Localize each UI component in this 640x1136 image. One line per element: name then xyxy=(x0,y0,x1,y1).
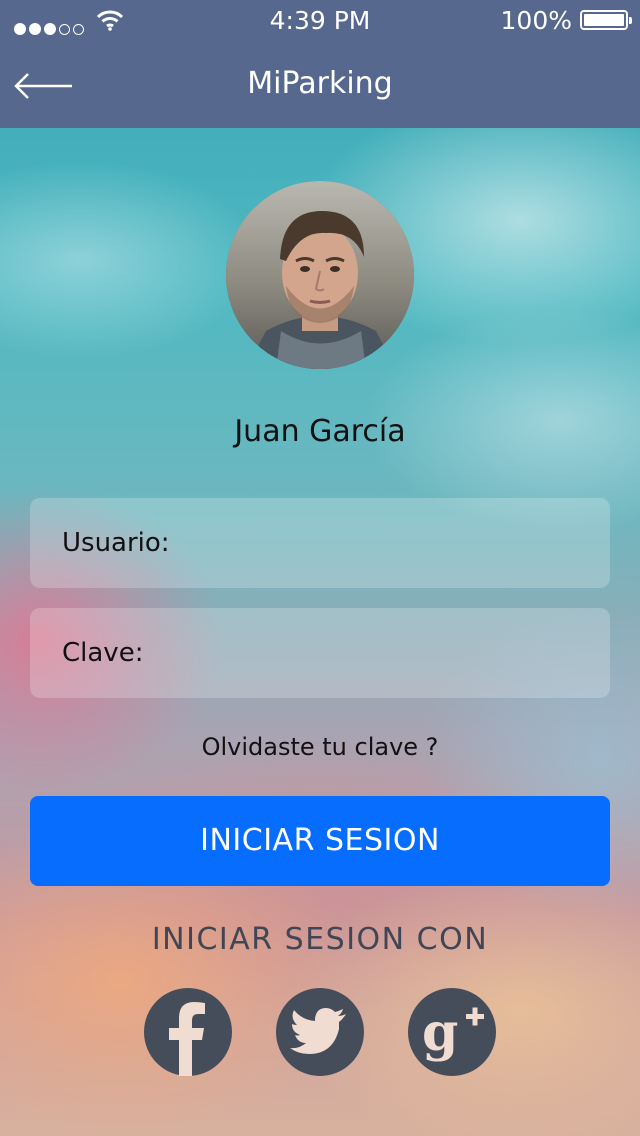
twitter-icon xyxy=(290,1008,346,1054)
google-plus-icon: g xyxy=(422,1002,484,1063)
battery-icon xyxy=(580,10,632,30)
status-bar: 4:39 PM 100% xyxy=(0,0,640,40)
navigation-bar: MiParking xyxy=(0,40,640,128)
battery-percentage: 100% xyxy=(500,6,572,35)
password-field[interactable]: Clave: xyxy=(30,608,610,698)
twitter-login-button[interactable] xyxy=(276,988,364,1076)
profile-photo xyxy=(226,181,414,369)
login-button[interactable]: INICIAR SESION xyxy=(30,796,610,886)
forgot-password-link[interactable]: Olvidaste tu clave ? xyxy=(0,733,640,761)
username-input[interactable] xyxy=(180,518,590,570)
password-input[interactable] xyxy=(150,628,590,680)
google-plus-login-button[interactable]: g xyxy=(408,988,496,1076)
battery-level xyxy=(584,14,624,26)
avatar xyxy=(226,181,414,369)
social-login-heading: INICIAR SESION CON xyxy=(151,922,489,957)
facebook-login-button[interactable] xyxy=(144,988,232,1076)
username-field[interactable]: Usuario: xyxy=(30,498,610,588)
password-label: Clave: xyxy=(62,638,144,668)
facebook-icon xyxy=(169,1002,205,1076)
svg-text:g: g xyxy=(422,1002,458,1063)
profile-name: Juan García xyxy=(234,414,406,449)
page-title: MiParking xyxy=(247,66,393,101)
username-label: Usuario: xyxy=(62,528,170,558)
